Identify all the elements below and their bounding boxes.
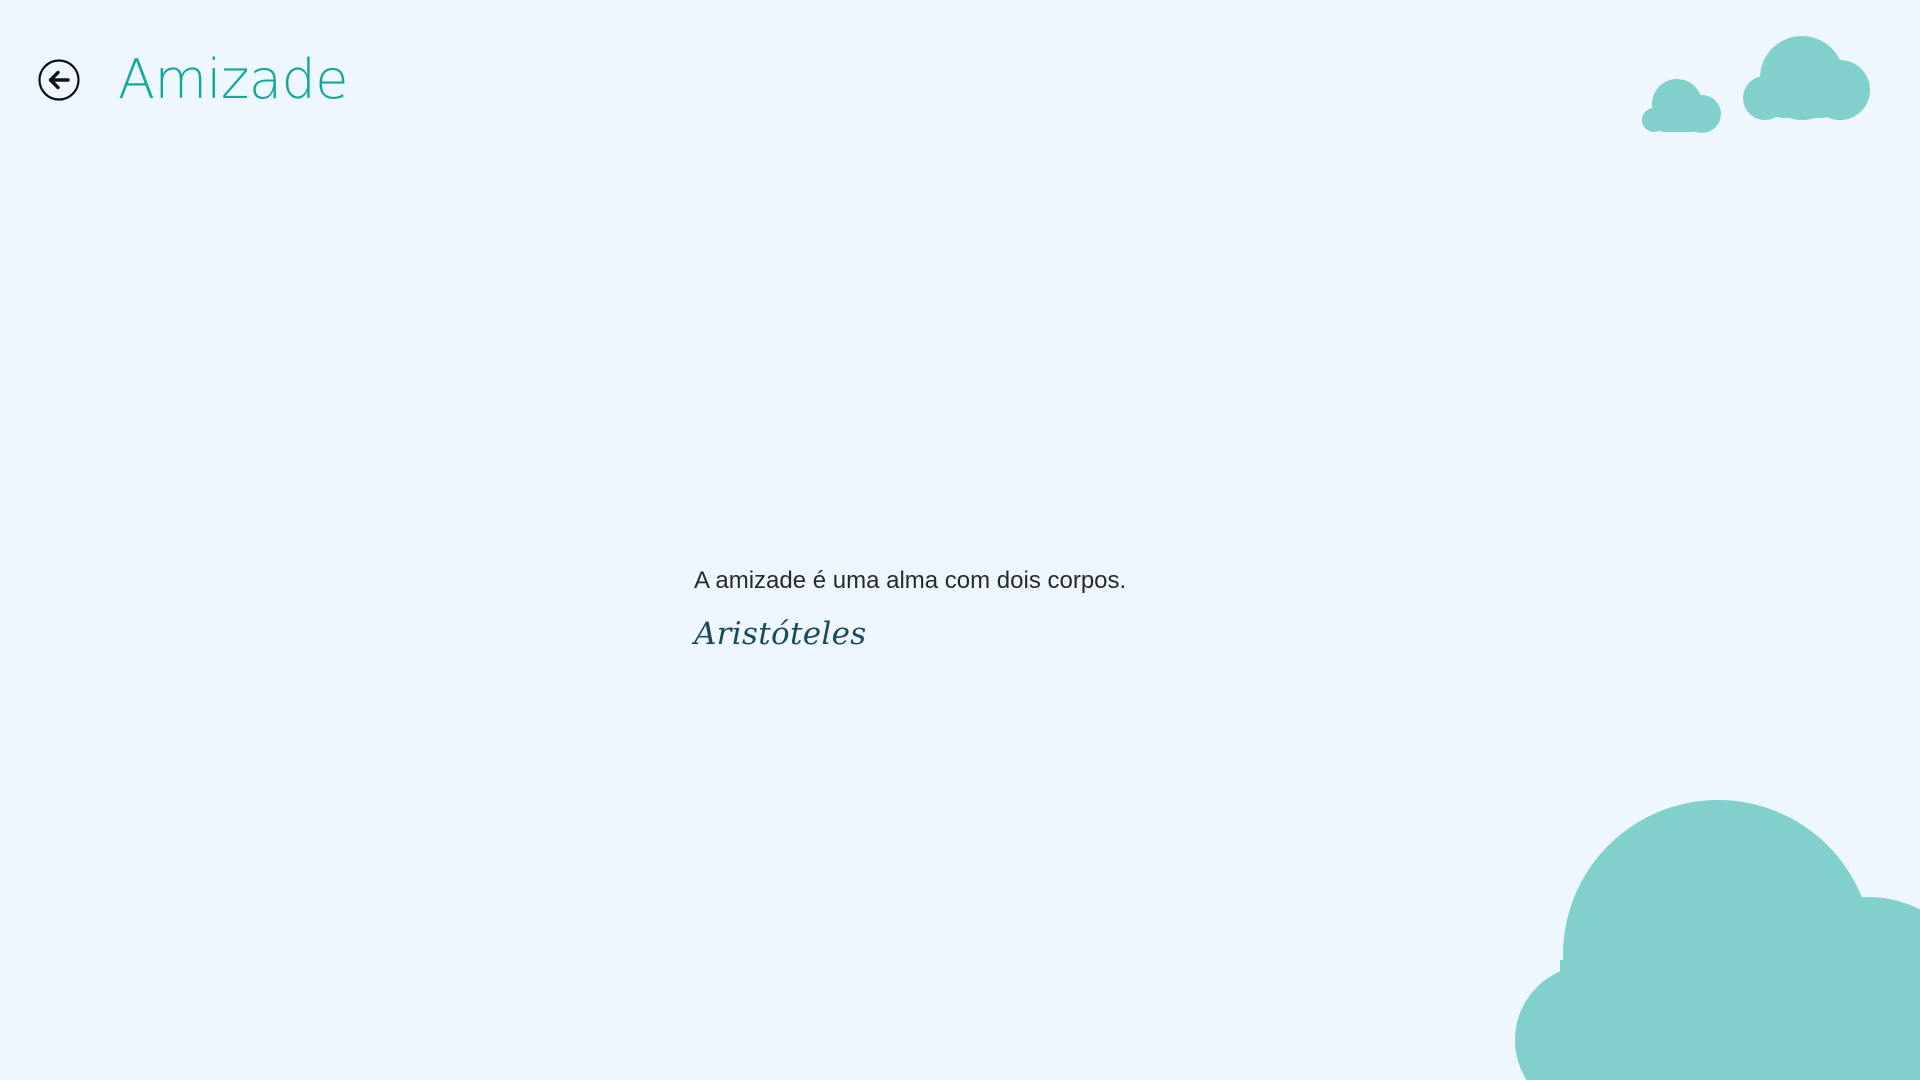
quote-text: A amizade é uma alma com dois corpos.	[694, 567, 1127, 594]
quote-author: Aristóteles	[694, 616, 867, 652]
cloud-decoration	[1515, 36, 1920, 1080]
page-title: Amizade	[118, 48, 348, 111]
cloud-icon	[1515, 800, 1920, 1080]
back-button[interactable]	[38, 59, 80, 101]
cloud-icon	[1642, 79, 1721, 133]
back-arrow-circle-icon	[38, 59, 80, 101]
quote-block: A amizade é uma alma com dois corpos. Ar…	[694, 564, 1126, 654]
cloud-icon	[1743, 36, 1870, 120]
quote-page: Amizade A amizade é uma alma com dois co…	[0, 0, 1920, 1080]
